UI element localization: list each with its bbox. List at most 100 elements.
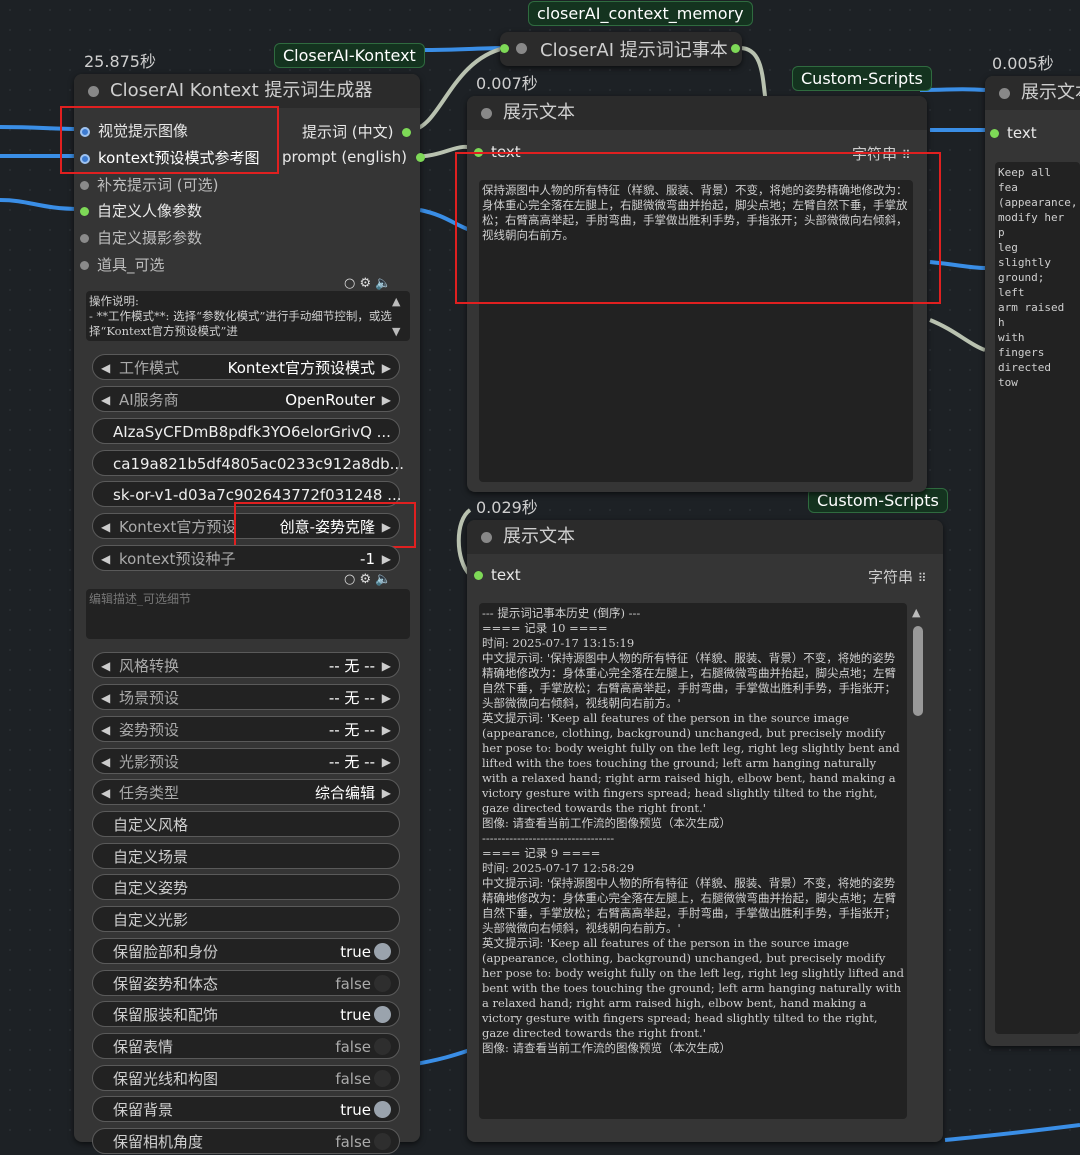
socket-icon[interactable] — [80, 181, 89, 190]
memory-output-socket[interactable] — [731, 44, 740, 53]
socket-icon[interactable] — [415, 153, 425, 162]
arrow-right-icon[interactable]: ▶ — [382, 355, 391, 381]
custom-lighting-field[interactable]: 自定义光影 — [92, 906, 400, 932]
arrow-right-icon[interactable]: ▶ — [382, 546, 391, 572]
group-tag-kontext[interactable]: CloserAI-Kontext — [274, 43, 425, 68]
collapse-dot-icon[interactable] — [516, 43, 527, 54]
arrow-left-icon[interactable]: ◀ — [101, 717, 110, 743]
show-text-1-title-bar[interactable]: 展示文本 — [467, 96, 927, 130]
arrow-left-icon[interactable]: ◀ — [101, 780, 110, 806]
input-supplement-prompt[interactable]: 补充提示词 (可选) — [80, 174, 218, 195]
pose-preset-combo[interactable]: ◀ 姿势预设 -- 无 -- ▶ — [92, 716, 400, 742]
speaker-icon[interactable]: 🔈 — [375, 276, 391, 291]
arrow-left-icon[interactable]: ◀ — [101, 685, 110, 711]
wire-blue-4 — [419, 46, 506, 52]
scroll-up-icon[interactable]: ▲ — [392, 295, 400, 308]
wire-blue-3 — [0, 198, 81, 211]
custom-pose-field[interactable]: 自定义姿势 — [92, 874, 400, 900]
arrow-right-icon[interactable]: ▶ — [382, 685, 391, 711]
toggle-knob-icon[interactable] — [374, 1070, 391, 1087]
edit-description-textarea[interactable]: 编辑描述_可选细节 — [86, 589, 410, 639]
arrow-left-icon[interactable]: ◀ — [101, 514, 110, 540]
socket-icon[interactable] — [80, 207, 89, 216]
output-prompt-en[interactable]: prompt (english) — [282, 148, 425, 166]
arrow-left-icon[interactable]: ◀ — [101, 355, 110, 381]
socket-icon[interactable] — [990, 129, 999, 138]
toggle-keep-background[interactable]: 保留背景 true — [92, 1096, 400, 1122]
task-type-combo[interactable]: ◀ 任务类型 综合编辑 ▶ — [92, 779, 400, 805]
style-transfer-combo[interactable]: ◀ 风格转换 -- 无 -- ▶ — [92, 652, 400, 678]
api-key-2-field[interactable]: ca19a821b5df4805ac0233c912a8db... — [92, 450, 404, 476]
gear-icon[interactable]: ⚙ — [359, 572, 371, 587]
collapse-dot-icon[interactable] — [999, 88, 1010, 99]
toggle-keep-lighting[interactable]: 保留光线和构图 false — [92, 1065, 400, 1091]
show-text-3-input[interactable]: text — [990, 124, 1037, 142]
socket-icon[interactable] — [474, 571, 483, 580]
scroll-down-icon[interactable]: ▼ — [392, 325, 400, 338]
gear-icon[interactable]: ⚙ — [359, 276, 371, 291]
arrow-right-icon[interactable]: ▶ — [382, 717, 391, 743]
show-text-2-type: 字符串 ⠿ — [868, 568, 927, 586]
show-text-3-title: 展示文本 — [1021, 82, 1080, 103]
arrow-left-icon[interactable]: ◀ — [101, 387, 110, 413]
work-mode-combo[interactable]: ◀ 工作模式 Kontext官方预设模式 ▶ — [92, 354, 400, 380]
memory-node-title: CloserAI 提示词记事本 — [540, 40, 728, 61]
show-text-2-scrollbar[interactable] — [913, 626, 923, 716]
show-text-3-time: 0.005秒 — [992, 54, 1054, 73]
collapse-dot-icon[interactable] — [481, 532, 492, 543]
scroll-up-icon[interactable]: ▲ — [912, 606, 920, 619]
socket-icon[interactable] — [80, 261, 89, 270]
custom-style-field[interactable]: 自定义风格 — [92, 811, 400, 837]
seed-stepper[interactable]: ◀ kontext预设种子 -1 ▶ — [92, 545, 400, 571]
arrow-right-icon[interactable]: ▶ — [382, 653, 391, 679]
show-text-2-content[interactable]: --- 提示词记事本历史 (倒序) --- ==== 记录 10 ==== 时间… — [479, 603, 907, 1119]
arrow-right-icon[interactable]: ▶ — [382, 780, 391, 806]
arrow-left-icon[interactable]: ◀ — [101, 653, 110, 679]
toggle-keep-expression[interactable]: 保留表情 false — [92, 1033, 400, 1059]
wire-blue-10 — [944, 1123, 1080, 1142]
arrow-right-icon[interactable]: ▶ — [382, 749, 391, 775]
output-prompt-cn[interactable]: 提示词 (中文) — [302, 121, 412, 142]
socket-icon[interactable] — [80, 234, 89, 243]
socket-icon[interactable] — [402, 128, 412, 137]
arrow-right-icon[interactable]: ▶ — [382, 387, 391, 413]
toggle-keep-camera[interactable]: 保留相机角度 false — [92, 1128, 400, 1154]
circle-icon[interactable]: ○ — [344, 572, 355, 587]
api-key-1-field[interactable]: AIzaSyCFDmB8pdfk3YO6elorGrivQ ... — [92, 418, 400, 444]
scene-preset-combo[interactable]: ◀ 场景预设 -- 无 -- ▶ — [92, 684, 400, 710]
toggle-knob-icon[interactable] — [374, 1101, 391, 1118]
generator-title-bar[interactable]: CloserAI Kontext 提示词生成器 — [74, 74, 420, 108]
toggle-keep-clothing[interactable]: 保留服装和配饰 true — [92, 1001, 400, 1027]
toggle-keep-face[interactable]: 保留脸部和身份 true — [92, 938, 400, 964]
ai-provider-combo[interactable]: ◀ AI服务商 OpenRouter ▶ — [92, 386, 400, 412]
toggle-knob-icon[interactable] — [374, 1038, 391, 1055]
collapse-dot-icon[interactable] — [481, 108, 492, 119]
instructions-textarea[interactable]: 操作说明: - **工作模式**: 选择“参数化模式”进行手动细节控制，或选择“… — [86, 291, 410, 341]
circle-icon[interactable]: ○ — [344, 276, 355, 291]
highlight-box-preset — [234, 502, 416, 548]
input-photo-params[interactable]: 自定义摄影参数 — [80, 227, 202, 248]
toggle-keep-pose[interactable]: 保留姿势和体态 false — [92, 970, 400, 996]
show-text-3-title-bar[interactable]: 展示文本 — [985, 76, 1080, 110]
group-tag-custom-scripts-1[interactable]: Custom-Scripts — [792, 66, 932, 91]
input-portrait-params[interactable]: 自定义人像参数 — [80, 200, 202, 221]
grid-icon[interactable]: ⠿ — [918, 571, 927, 585]
memory-input-socket[interactable] — [500, 44, 509, 53]
input-props[interactable]: 道具_可选 — [80, 254, 165, 275]
collapse-dot-icon[interactable] — [88, 86, 99, 97]
show-text-2-title-bar[interactable]: 展示文本 — [467, 520, 943, 554]
node-icons-2[interactable]: ○ ⚙ 🔈 — [344, 572, 391, 587]
toggle-knob-icon[interactable] — [374, 943, 391, 960]
show-text-2-input[interactable]: text — [474, 566, 521, 584]
group-tag-context-memory[interactable]: closerAI_context_memory — [528, 1, 753, 26]
show-text-3-content[interactable]: Keep all fea (appearance, modify her p l… — [995, 162, 1080, 1034]
lighting-preset-combo[interactable]: ◀ 光影预设 -- 无 -- ▶ — [92, 748, 400, 774]
memory-node[interactable]: CloserAI 提示词记事本 — [500, 32, 742, 66]
node-icons[interactable]: ○ ⚙ 🔈 — [344, 276, 391, 291]
arrow-left-icon[interactable]: ◀ — [101, 546, 110, 572]
toggle-knob-icon[interactable] — [374, 975, 391, 992]
arrow-left-icon[interactable]: ◀ — [101, 749, 110, 775]
custom-scene-field[interactable]: 自定义场景 — [92, 843, 400, 869]
speaker-icon[interactable]: 🔈 — [375, 572, 391, 587]
toggle-knob-icon[interactable] — [374, 1006, 391, 1023]
